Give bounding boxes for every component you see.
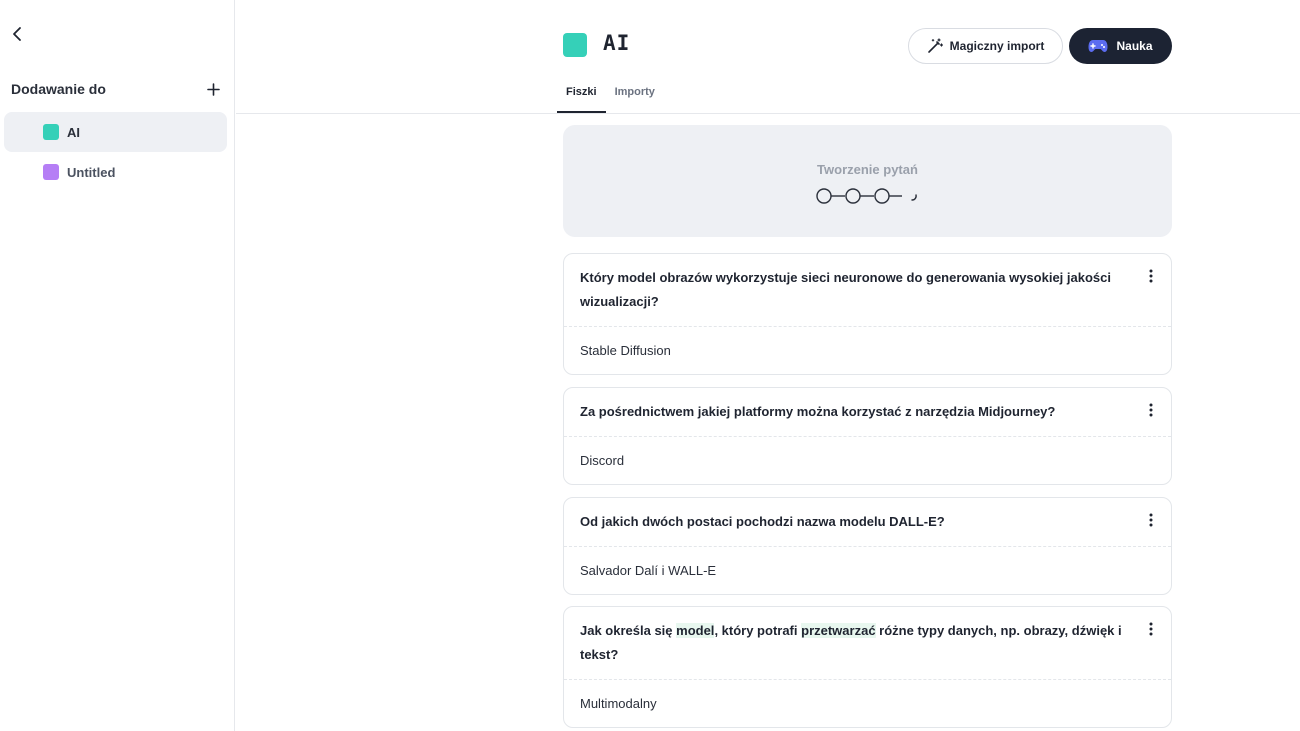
loading-spinner-icon	[911, 194, 917, 201]
flashcard[interactable]: Który model obrazów wykorzystuje sieci n…	[563, 253, 1172, 375]
sidebar-title: Dodawanie do	[11, 81, 106, 97]
deck-color-swatch	[43, 124, 59, 140]
deck-header: AI Magiczny import Nauka Fiszki Importy	[236, 0, 1300, 114]
card-menu-button[interactable]	[1145, 621, 1157, 637]
flashcard-answer: Salvador Dalí i WALL-E	[580, 563, 717, 578]
card-divider	[564, 326, 1171, 327]
card-divider	[564, 546, 1171, 547]
sidebar: Dodawanie do AI Untitled	[0, 0, 235, 731]
more-vertical-icon	[1149, 403, 1153, 417]
flashcard-question: Jak określa się model, który potrafi prz…	[564, 607, 1171, 667]
flashcard[interactable]: Za pośrednictwem jakiej platformy można …	[563, 387, 1172, 485]
card-menu-button[interactable]	[1145, 512, 1157, 528]
more-vertical-icon	[1149, 269, 1153, 283]
deck-label: Untitled	[67, 164, 116, 180]
card-divider	[564, 679, 1171, 680]
flashcard-answer: Discord	[580, 453, 625, 468]
gamepad-icon	[1088, 40, 1108, 52]
chevron-left-icon	[13, 27, 21, 41]
flashcard[interactable]: Od jakich dwóch postaci pochodzi nazwa m…	[563, 497, 1172, 595]
card-menu-button[interactable]	[1145, 402, 1157, 418]
tab-imports[interactable]: Importy	[606, 80, 664, 113]
add-deck-button[interactable]	[205, 81, 221, 97]
deck-list: AI Untitled	[4, 112, 227, 192]
tab-flashcards[interactable]: Fiszki	[557, 80, 606, 113]
question-text: , który potrafi	[714, 623, 802, 638]
generation-status-label: Tworzenie pytań	[817, 162, 918, 177]
page-title: AI	[603, 31, 631, 55]
magic-import-label: Magiczny import	[949, 39, 1045, 53]
tab-bar: Fiszki Importy	[557, 80, 664, 114]
study-label: Nauka	[1116, 39, 1153, 53]
question-text: Jak określa się	[580, 623, 677, 638]
more-vertical-icon	[1149, 622, 1153, 636]
magic-wand-icon	[927, 38, 943, 53]
highlighted-term: model	[676, 623, 715, 638]
deck-label: AI	[67, 124, 80, 140]
flashcard-question: Za pośrednictwem jakiej platformy można …	[580, 404, 1056, 419]
back-button[interactable]	[8, 24, 26, 44]
flashcard[interactable]: Jak określa się model, który potrafi prz…	[563, 606, 1172, 728]
highlighted-term: przetwarzać	[801, 623, 876, 638]
card-divider	[564, 436, 1171, 437]
flashcard-answer: Stable Diffusion	[580, 343, 671, 358]
more-vertical-icon	[1149, 513, 1153, 527]
plus-icon	[206, 82, 220, 96]
deck-item-ai[interactable]: AI	[4, 112, 227, 152]
question-generation-panel: Tworzenie pytań	[563, 125, 1172, 237]
sidebar-header: Dodawanie do	[11, 78, 221, 100]
card-menu-button[interactable]	[1145, 268, 1157, 284]
generation-progress-indicator	[816, 188, 917, 204]
magic-import-button[interactable]: Magiczny import	[908, 28, 1063, 64]
flashcard-question: Który model obrazów wykorzystuje sieci n…	[580, 270, 1111, 309]
study-button[interactable]: Nauka	[1069, 28, 1172, 64]
flashcard-question: Od jakich dwóch postaci pochodzi nazwa m…	[580, 514, 945, 529]
flashcard-answer: Multimodalny	[580, 696, 657, 711]
deck-title-swatch	[563, 33, 587, 57]
deck-color-swatch	[43, 164, 59, 180]
deck-item-untitled[interactable]: Untitled	[4, 152, 227, 192]
